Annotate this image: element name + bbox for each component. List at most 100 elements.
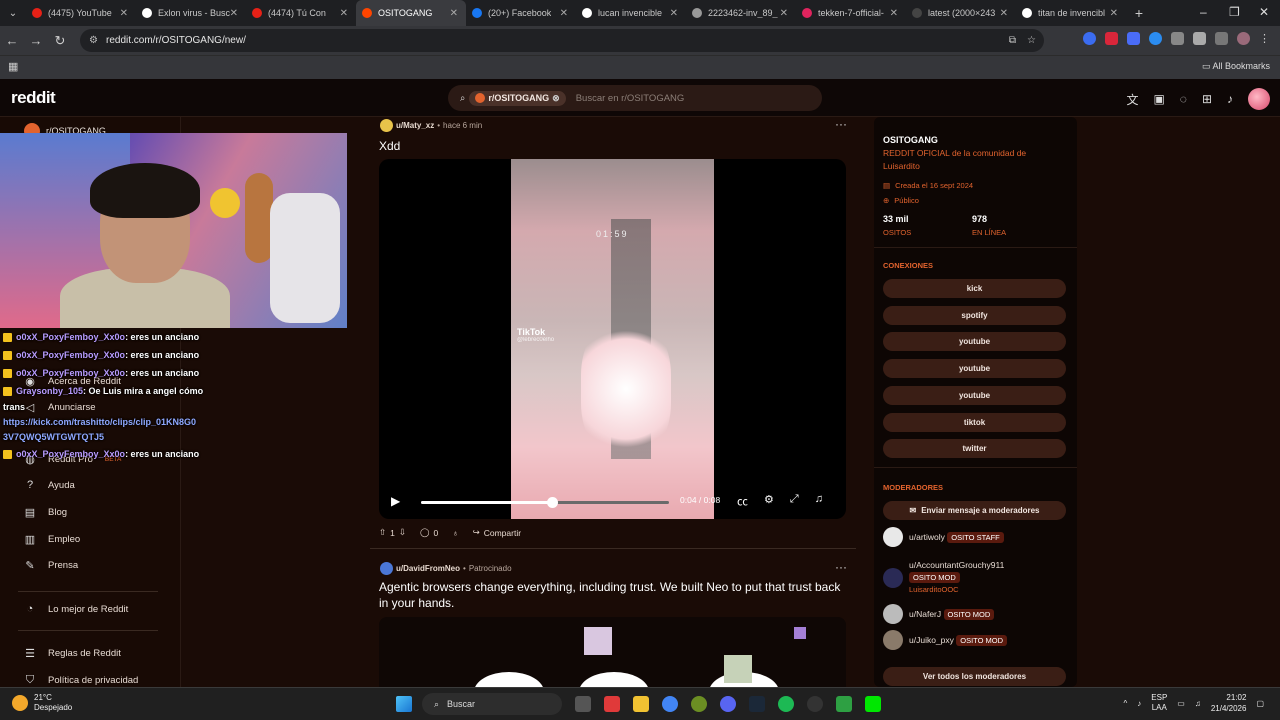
translate-icon[interactable]: 文 [1126,91,1138,108]
tab-close-icon[interactable]: ✕ [670,8,678,19]
tab-close-icon[interactable]: ✕ [450,8,458,19]
browser-tab[interactable]: lucan invencible ✕ [576,0,686,26]
taskbar-search[interactable]: ⌕ Buscar [422,693,562,715]
chat-link[interactable]: https://kick.com/trashitto/clips/clip_01… [0,415,215,430]
tab-close-icon[interactable]: ✕ [340,8,348,19]
captions-icon[interactable]: ㏄ [737,493,748,509]
start-button[interactable] [396,696,412,712]
nav-item[interactable]: ? Ayuda [24,479,75,491]
maximize-icon[interactable]: ❐ [1229,5,1240,19]
moderator-row[interactable]: u/AccountantGrouchy911 OSITO MOD Luisardi… [883,559,1004,596]
browser-tab[interactable]: tekken-7-official- ✕ [796,0,906,26]
ad-title[interactable]: Agentic browsers change everything, incl… [379,579,844,611]
extension-icon[interactable] [1127,32,1140,45]
browser-tab[interactable]: (4474) Tú Con ✕ [246,0,356,26]
video-progress-slider[interactable] [421,497,669,508]
reload-icon[interactable]: ↻ [48,33,72,49]
apps-grid-icon[interactable]: ▦ [8,60,18,73]
puzzle-icon[interactable] [1193,32,1206,45]
connection-button[interactable]: tiktok [883,412,1066,432]
app-icon[interactable] [836,696,852,712]
mic-icon[interactable]: ♪ [1137,699,1141,708]
media-icon[interactable] [1215,32,1228,45]
minimize-icon[interactable]: – [1200,5,1207,19]
connection-button[interactable]: youtube [883,332,1066,352]
connection-button[interactable]: youtube [883,385,1066,405]
steam-icon[interactable] [749,696,765,712]
discord-icon[interactable] [720,696,736,712]
community-chip[interactable]: r/OSITOGANG ⊗ [469,90,566,106]
extension-icon[interactable] [1105,32,1118,45]
browser-tab[interactable]: OSITOGANG ✕ [356,0,466,26]
browser-tab[interactable]: titan de invencibl ✕ [1016,0,1126,26]
extension-icon[interactable] [1149,32,1162,45]
file-explorer-icon[interactable] [633,696,649,712]
moderator-row[interactable]: u/NaferJ OSITO MOD [883,604,995,624]
user-avatar[interactable] [1248,88,1270,110]
volume-icon[interactable]: ♫ [815,493,823,509]
forward-icon[interactable]: → [24,33,48,48]
tab-close-icon[interactable]: ✕ [1110,8,1118,19]
ad-image[interactable] [379,617,846,687]
spotify-icon[interactable] [778,696,794,712]
app-icon[interactable] [604,696,620,712]
fullscreen-icon[interactable]: ⤢ [790,493,799,509]
chat-link[interactable]: 3V7QWQ5WTGWTQTJ5 [0,430,215,445]
connection-button[interactable]: twitter [883,439,1066,459]
nav-item[interactable]: ⛉ Política de privacidad [24,674,138,687]
progress-handle[interactable] [547,497,559,508]
moderator-row[interactable]: u/artiwoly OSITO STAFF [883,527,1004,547]
upvote-icon[interactable]: ⇧ [379,527,386,538]
post-title[interactable]: Xdd [379,138,400,154]
moderator-row[interactable]: u/Juiko_pxy OSITO MOD [883,630,1008,650]
share-button[interactable]: ↪ Compartir [473,527,521,538]
nav-item[interactable]: ▤ Blog [24,506,67,519]
new-tab-button[interactable]: + [1126,5,1152,21]
task-view-icon[interactable] [575,696,591,712]
bookmark-star-icon[interactable]: ☆ [1027,35,1036,46]
volume-icon[interactable]: ♫ [1195,699,1201,708]
url-input[interactable]: ⚙ reddit.com/r/OSITOGANG/new/ ⧉ ☆ [80,29,1044,52]
app-icon[interactable] [691,696,707,712]
tab-close-icon[interactable]: ✕ [120,8,128,19]
play-icon[interactable]: ▶ [391,494,400,508]
all-bookmarks[interactable]: ▭ All Bookmarks [1202,61,1270,72]
tab-close-icon[interactable]: ✕ [780,8,788,19]
extension-icon[interactable] [1171,32,1184,45]
tray-expand-icon[interactable]: ^ [1124,699,1128,708]
search-input[interactable]: ⌕ r/OSITOGANG ⊗ Buscar en r/OSITOGANG [448,85,822,111]
view-all-mods-button[interactable]: Ver todos los moderadores [883,667,1066,686]
install-icon[interactable]: ⧉ [1009,35,1016,46]
back-icon[interactable]: ← [0,33,24,48]
chat-icon[interactable]: ◌ [1180,92,1187,106]
browser-tab[interactable]: latest (2000×243 ✕ [906,0,1016,26]
settings-gear-icon[interactable]: ⚙ [764,493,774,509]
extension-icon[interactable] [1083,32,1096,45]
chrome-icon[interactable] [662,696,678,712]
connection-button[interactable]: youtube [883,359,1066,379]
clock[interactable]: 21:02 21/4/2026 [1211,692,1247,714]
browser-tab[interactable]: Exlon virus - Busc ✕ [136,0,246,26]
tab-close-icon[interactable]: ✕ [230,8,238,19]
comments-button[interactable]: ◯ 0 [420,527,438,538]
notifications-icon[interactable]: ▢ [1256,699,1264,708]
post-author[interactable]: u/Maty_xz [396,121,434,130]
tab-close-icon[interactable]: ✕ [890,8,898,19]
ad-author[interactable]: u/DavidFromNeo [396,564,460,573]
tab-close-icon[interactable]: ✕ [560,8,568,19]
browser-tab[interactable]: (4475) YouTube ✕ [26,0,136,26]
downvote-icon[interactable]: ⇩ [399,527,406,538]
connection-button[interactable]: kick [883,279,1066,298]
notifications-bell-icon[interactable]: ♪ [1227,92,1233,106]
profile-icon[interactable] [1237,32,1250,45]
network-icon[interactable]: ▭ [1177,699,1185,708]
nav-item[interactable]: ◔ Lo mejor de Reddit [24,603,129,615]
post-options-icon[interactable]: ··· [835,117,847,131]
browser-tab[interactable]: (20+) Facebook ✕ [466,0,576,26]
language-indicator[interactable]: ESP LAA [1151,693,1167,713]
nav-item[interactable]: ▥ Empleo [24,533,80,546]
message-mods-button[interactable]: ✉ Enviar mensaje a moderadores [883,501,1066,520]
browser-tab[interactable]: 2223462-inv_89_ ✕ [686,0,796,26]
video-player[interactable]: 01:59 TikTok @lebrec0elho ▶ 0:04 / 0:08 … [379,159,846,519]
obs-icon[interactable] [807,696,823,712]
